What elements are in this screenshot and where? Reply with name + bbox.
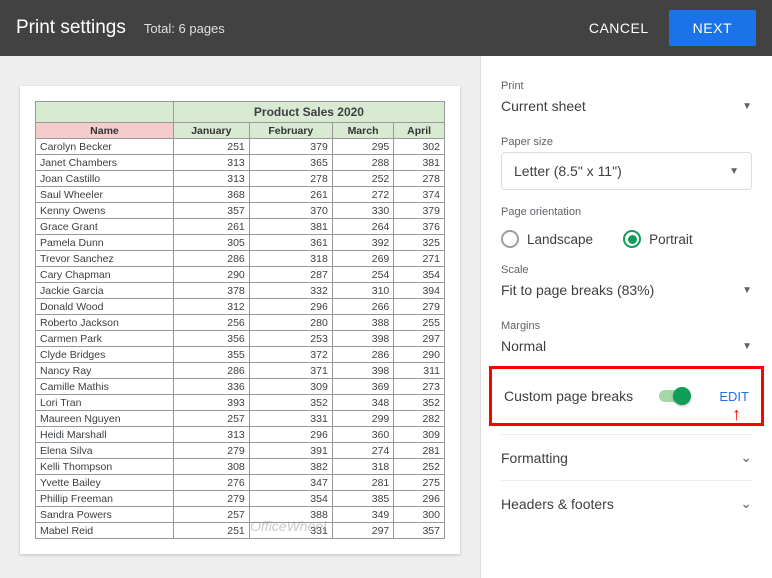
chevron-down-icon: ⌄	[740, 495, 752, 512]
table-title: Product Sales 2020	[173, 102, 444, 123]
landscape-label: Landscape	[527, 232, 593, 247]
annotation-arrow-icon: ↑	[732, 404, 741, 425]
settings-sidebar: Print Current sheet ▼ Paper size Letter …	[480, 56, 772, 578]
table-row: Roberto Jackson256280388255	[36, 315, 445, 331]
table-row: Clyde Bridges355372286290	[36, 347, 445, 363]
custom-page-breaks-highlighted: Custom page breaks EDIT ↑	[489, 366, 764, 426]
table-row: Carmen Park356253398297	[36, 331, 445, 347]
column-header: February	[249, 123, 332, 139]
table-header-row: NameJanuaryFebruaryMarchApril	[36, 123, 445, 139]
table-row: Kenny Owens357370330379	[36, 203, 445, 219]
formatting-label: Formatting	[501, 450, 568, 466]
margins-label: Margins	[501, 320, 752, 332]
radio-checked-icon	[623, 230, 641, 248]
table-row: Joan Castillo313278252278	[36, 171, 445, 187]
formatting-section-toggle[interactable]: Formatting ⌄	[501, 434, 752, 480]
table-row: Saul Wheeler368261272374	[36, 187, 445, 203]
print-preview-pane: Product Sales 2020 NameJanuaryFebruaryMa…	[0, 56, 480, 578]
print-selection-dropdown[interactable]: Current sheet ▼	[501, 96, 752, 124]
table-row: Elena Silva279391274281	[36, 443, 445, 459]
caret-down-icon: ▼	[742, 341, 752, 352]
blank-corner	[36, 102, 174, 123]
table-row: Cary Chapman290287254354	[36, 267, 445, 283]
caret-down-icon: ▼	[742, 285, 752, 296]
table-row: Nancy Ray286371398311	[36, 363, 445, 379]
table-row: Mabel Reid251331297357	[36, 523, 445, 539]
table-row: Camille Mathis336309369273	[36, 379, 445, 395]
scale-dropdown[interactable]: Fit to page breaks (83%) ▼	[501, 280, 752, 308]
column-header: January	[173, 123, 249, 139]
caret-down-icon: ▼	[729, 166, 739, 177]
page-title: Print settings	[16, 17, 126, 39]
headers-footers-section-toggle[interactable]: Headers & footers ⌄	[501, 480, 752, 526]
table-row: Pamela Dunn305361392325	[36, 235, 445, 251]
table-row: Lori Tran393352348352	[36, 395, 445, 411]
orientation-group: Landscape Portrait	[501, 222, 752, 252]
edit-breaks-button[interactable]: EDIT	[719, 389, 749, 404]
scale-value: Fit to page breaks (83%)	[501, 282, 654, 298]
table-row: Maureen Nguyen257331299282	[36, 411, 445, 427]
radio-unchecked-icon	[501, 230, 519, 248]
column-header: April	[394, 123, 445, 139]
table-row: Jackie Garcia378332310394	[36, 283, 445, 299]
paper-size-label: Paper size	[501, 136, 752, 148]
scale-label: Scale	[501, 264, 752, 276]
orientation-portrait-radio[interactable]: Portrait	[623, 230, 693, 248]
header-bar: Print settings Total: 6 pages CANCEL NEX…	[0, 0, 772, 56]
paper-size-value: Letter (8.5" x 11")	[514, 163, 622, 179]
table-row: Grace Grant261381264376	[36, 219, 445, 235]
next-button[interactable]: NEXT	[669, 10, 756, 46]
table-row: Kelli Thompson308382318252	[36, 459, 445, 475]
chevron-down-icon: ⌄	[740, 449, 752, 466]
portrait-label: Portrait	[649, 232, 693, 247]
print-label: Print	[501, 80, 752, 92]
table-row: Trevor Sanchez286318269271	[36, 251, 445, 267]
page-count: Total: 6 pages	[144, 21, 225, 36]
orientation-label: Page orientation	[501, 206, 752, 218]
margins-value: Normal	[501, 338, 546, 354]
headers-footers-label: Headers & footers	[501, 496, 614, 512]
orientation-landscape-radio[interactable]: Landscape	[501, 230, 593, 248]
table-row: Yvette Bailey276347281275	[36, 475, 445, 491]
column-header: March	[332, 123, 393, 139]
custom-breaks-toggle[interactable]	[657, 387, 691, 405]
cancel-button[interactable]: CANCEL	[569, 12, 669, 44]
table-row: Sandra Powers257388349300	[36, 507, 445, 523]
table-row: Carolyn Becker251379295302	[36, 139, 445, 155]
print-value: Current sheet	[501, 98, 586, 114]
custom-breaks-label: Custom page breaks	[504, 388, 633, 404]
table-row: Donald Wood312296266279	[36, 299, 445, 315]
table-row: Phillip Freeman279354385296	[36, 491, 445, 507]
caret-down-icon: ▼	[742, 101, 752, 112]
table-row: Janet Chambers313365288381	[36, 155, 445, 171]
preview-table: Product Sales 2020 NameJanuaryFebruaryMa…	[35, 101, 445, 539]
preview-page: Product Sales 2020 NameJanuaryFebruaryMa…	[20, 86, 460, 554]
margins-dropdown[interactable]: Normal ▼	[501, 336, 752, 358]
column-header: Name	[36, 123, 174, 139]
table-row: Heidi Marshall313296360309	[36, 427, 445, 443]
paper-size-dropdown[interactable]: Letter (8.5" x 11") ▼	[501, 152, 752, 190]
